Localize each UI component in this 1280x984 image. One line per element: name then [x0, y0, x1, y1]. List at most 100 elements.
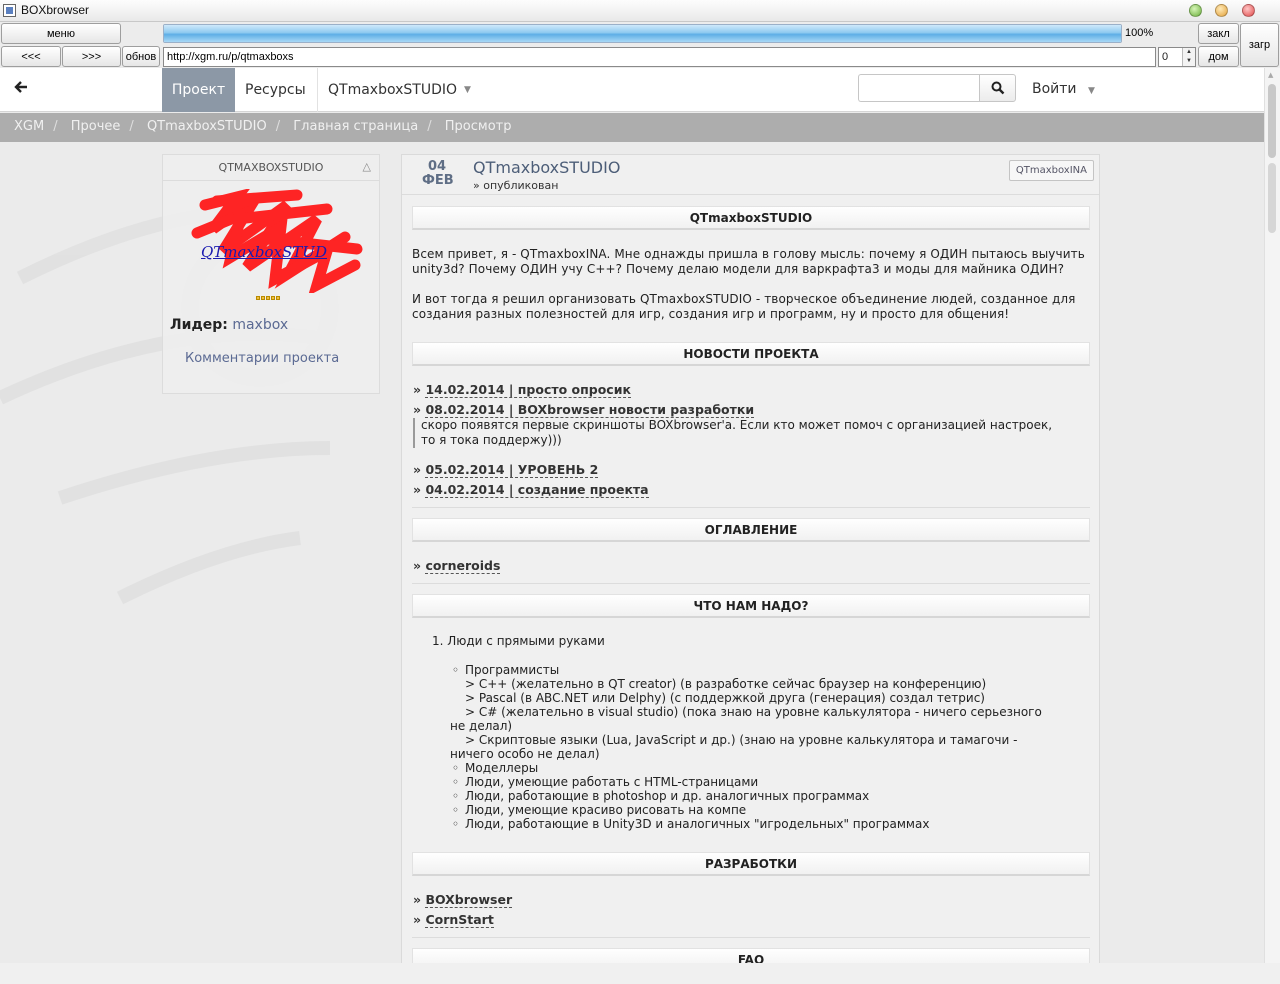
news-link[interactable]: » 04.02.2014 | создание проекта [413, 482, 649, 498]
list-item: > Скриптовые языки (Lua, JavaScript и др… [465, 733, 1018, 747]
back-button[interactable]: <<< [1, 46, 61, 67]
home-button[interactable]: дом [1198, 46, 1239, 67]
list-item: Моделлеры [452, 761, 1092, 775]
breadcrumb-view: Просмотр [444, 119, 512, 134]
news-prefix: » [413, 382, 422, 397]
star-icon [261, 296, 265, 300]
news-title: 08.02.2014 | BOXbrowser новости разработ… [425, 402, 755, 418]
toc-link[interactable]: » corneroids [413, 558, 501, 574]
breadcrumb-project[interactable]: QTmaxboxSTUDIO [147, 119, 267, 134]
search-input[interactable] [858, 74, 980, 102]
news-prefix: » [413, 482, 422, 497]
news-link[interactable]: » 14.02.2014 | просто опросик [413, 382, 631, 398]
scroll-up-icon[interactable]: ▲ [1268, 71, 1273, 79]
leader-line: Лидер: maxbox [170, 317, 288, 333]
spin-arrows-icon[interactable]: ▲ ▼ [1182, 48, 1195, 66]
news-prefix: » [413, 462, 422, 477]
breadcrumb-other[interactable]: Прочее [71, 119, 121, 134]
section-heading-faq: FAQ [412, 948, 1090, 963]
panel-title: QTMAXBOXSTUDIO [163, 155, 379, 181]
intro-paragraph: Всем привет, я - QTmaxboxINA. Мне однажд… [412, 247, 1085, 276]
dev-prefix: » [413, 892, 422, 907]
news-excerpt: скоро появятся первые скриншоты BOXbrows… [413, 418, 1053, 448]
news-title: 14.02.2014 | просто опросик [425, 382, 631, 398]
list-item: > C++ (желательно в QT creator) (в разра… [465, 677, 987, 691]
news-title: 04.02.2014 | создание проекта [425, 482, 649, 498]
triangle-up-icon[interactable]: △ [363, 160, 371, 173]
news-link[interactable]: » 05.02.2014 | УРОВЕНЬ 2 [413, 462, 599, 478]
post-author-button[interactable]: QTmaxboxINA [1008, 160, 1094, 181]
post-date-day: 04 [428, 159, 447, 174]
toc-prefix: » [413, 558, 422, 573]
dev-title: BOXbrowser [425, 892, 513, 908]
leader-label: Лидер: [170, 317, 228, 333]
nav-tab-resources[interactable]: Ресурсы [235, 68, 318, 112]
login-dropdown[interactable]: Войти ▼ [1032, 81, 1095, 97]
breadcrumb-xgm[interactable]: XGM [14, 119, 44, 134]
forward-button[interactable]: >>> [62, 46, 121, 67]
section-heading-toc: ОГЛАВЛЕНИЕ [412, 518, 1090, 542]
breadcrumb-main-page[interactable]: Главная страница [293, 119, 418, 134]
caret-down-icon: ▼ [464, 85, 471, 95]
post-title[interactable]: QTmaxboxSTUDIO [473, 158, 620, 177]
menu-button[interactable]: меню [1, 23, 121, 44]
download-button[interactable]: загр [1240, 23, 1279, 67]
list-item: не делал) [450, 719, 513, 733]
needs-sublist: Программисты > C++ (желательно в QT crea… [450, 663, 1092, 831]
project-comments-link[interactable]: Комментарии проекта [185, 351, 339, 366]
nav-tab-studio-dropdown[interactable]: QTmaxboxSTUDIO ▼ [318, 68, 488, 112]
list-item: Люди, работающие в photoshop и др. анало… [452, 789, 1092, 803]
needs-list: 1. Люди с прямыми руками Программисты > … [432, 634, 1092, 831]
url-input[interactable] [163, 47, 1156, 67]
project-logo[interactable]: QTmaxboxSTUD [177, 187, 369, 296]
scrollbar-track-segment [1268, 163, 1276, 233]
login-label: Войти [1032, 81, 1077, 97]
refresh-button[interactable]: обнов [122, 46, 160, 67]
toc-title: corneroids [425, 558, 501, 574]
zoom-value: 0 [1162, 51, 1169, 63]
post-content: 04 ФЕВ QTmaxboxSTUDIO » опубликован QTma… [401, 154, 1100, 963]
intro-paragraph-2: И вот тогда я решил организовать QTmaxbo… [412, 292, 1076, 321]
star-icon [256, 296, 260, 300]
caret-down-icon: ▼ [1087, 86, 1095, 96]
dev-prefix: » [413, 912, 422, 927]
dev-link[interactable]: » CornStart [413, 912, 494, 928]
list-item: Люди, умеющие работать с HTML-страницами [452, 775, 1092, 789]
divider [412, 583, 1090, 584]
dev-link[interactable]: » BOXbrowser [413, 892, 513, 908]
post-status: » опубликован [473, 179, 559, 192]
list-item: ничего особо не делал) [450, 747, 600, 761]
close-window-button[interactable] [1242, 4, 1255, 17]
needs-main-item: 1. Люди с прямыми руками [432, 634, 605, 648]
nav-tab-project[interactable]: Проект [162, 68, 235, 112]
scrollbar-thumb[interactable] [1268, 84, 1276, 158]
list-item: Люди, работающие в Unity3D и аналогичных… [452, 817, 1092, 831]
list-item: > Pascal (в ABC.NET или Delphy) (с подде… [465, 691, 985, 705]
browser-toolbar: меню <<< >>> обнов 100% 0 ▲▼ закл дом за… [0, 22, 1280, 68]
news-prefix: » [413, 402, 422, 417]
post-date-month: ФЕВ [422, 173, 454, 188]
logo-text: QTmaxboxSTUD [201, 243, 327, 261]
search-icon [991, 81, 1004, 95]
post-header: 04 ФЕВ QTmaxboxSTUDIO » опубликован QTma… [402, 155, 1099, 195]
zoom-spinbox[interactable]: 0 ▲ ▼ [1158, 47, 1196, 67]
divider [412, 507, 1090, 508]
window-title: BOXbrowser [21, 3, 90, 17]
star-icon [276, 296, 280, 300]
rating-stars [256, 296, 280, 300]
star-icon [266, 296, 270, 300]
page-scrollbar[interactable]: ▲ [1264, 68, 1280, 963]
list-item: > C# (желательно в visual studio) (пока … [465, 705, 1042, 719]
list-item: Люди, умеющие красиво рисовать на компе [452, 803, 1092, 817]
news-link[interactable]: » 08.02.2014 | BOXbrowser новости разраб… [413, 402, 755, 418]
search-button[interactable] [979, 74, 1016, 102]
maximize-button[interactable] [1215, 4, 1228, 17]
minimize-button[interactable] [1189, 4, 1202, 17]
load-progress-text: 100% [1125, 27, 1154, 39]
site-navbar: Проект Ресурсы QTmaxboxSTUDIO ▼ Войти ▼ [0, 68, 1264, 112]
leader-name-link[interactable]: maxbox [232, 317, 288, 333]
arrow-left-icon[interactable] [14, 79, 28, 98]
section-heading-dev: РАЗРАБОТКИ [412, 852, 1090, 876]
close-tab-button[interactable]: закл [1198, 23, 1239, 44]
dev-title: CornStart [425, 912, 494, 928]
